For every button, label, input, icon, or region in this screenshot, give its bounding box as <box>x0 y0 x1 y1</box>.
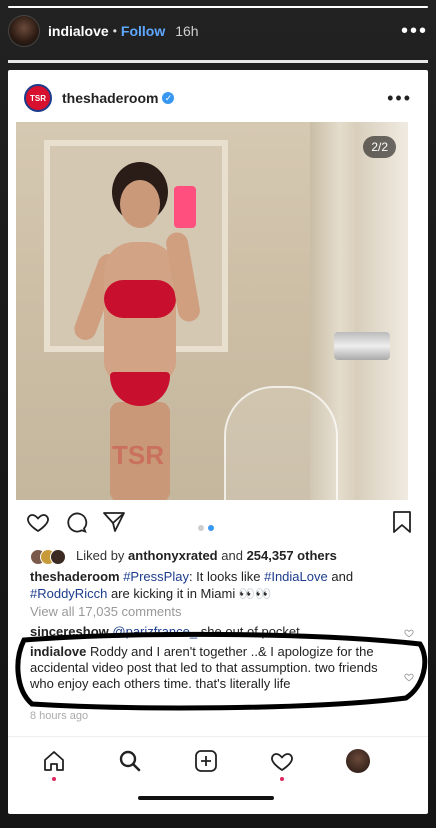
caption-text: : It looks like <box>188 569 261 584</box>
new-post-icon[interactable] <box>194 749 218 773</box>
view-all-comments-link[interactable]: View all 17,035 comments <box>30 604 182 619</box>
carousel-page-indicator: 2/2 <box>363 136 396 158</box>
hand-drawn-circle <box>15 631 428 711</box>
head <box>120 180 160 228</box>
verified-badge-icon: ✓ <box>162 92 175 104</box>
carousel-dot <box>198 525 204 531</box>
post-username[interactable]: theshaderoom <box>62 90 158 106</box>
caption-text: are kicking it in Miami 👀👀 <box>110 586 272 601</box>
liker-avatar <box>50 548 66 565</box>
story-progress-fill <box>8 6 428 8</box>
activity-heart-icon[interactable] <box>270 749 294 773</box>
hashtag-roddyricch[interactable]: #RoddyRicch <box>30 586 107 601</box>
post-caption: theshaderoom #PressPlay: It looks like #… <box>30 568 410 602</box>
hashtag-indialove[interactable]: #IndiaLove <box>264 569 328 584</box>
red-bottom <box>110 372 170 406</box>
tsr-logo-text: TSR <box>30 93 46 103</box>
follow-button[interactable]: Follow <box>121 23 165 39</box>
heart-icon[interactable] <box>26 510 50 534</box>
profile-tab-avatar[interactable] <box>346 749 370 773</box>
caption-username[interactable]: theshaderoom <box>30 569 120 584</box>
likes-prefix: Liked by <box>76 548 125 563</box>
separator-dot: • <box>112 24 117 38</box>
post-time-ago: 8 hours ago <box>30 710 89 722</box>
carousel-dots <box>198 518 218 536</box>
home-notification-dot <box>52 777 56 781</box>
liker-avatars <box>30 548 70 565</box>
activity-notification-dot <box>280 777 284 781</box>
comment-icon[interactable] <box>64 510 88 534</box>
post-more-icon[interactable]: ••• <box>387 88 412 109</box>
door-edge <box>358 122 408 500</box>
likes-count[interactable]: 254,357 others <box>247 548 337 563</box>
likes-row[interactable]: Liked by anthonyxrated and 254,357 other… <box>30 548 337 565</box>
story-avatar[interactable] <box>8 15 40 47</box>
bottom-tab-bar <box>8 736 428 785</box>
tsr-watermark: TSR <box>112 440 164 470</box>
caption-text: and <box>331 569 354 584</box>
story-header: indialove • Follow 16h ••• <box>8 14 428 48</box>
story-username[interactable]: indialove <box>48 23 109 39</box>
divider <box>8 60 428 63</box>
post-photo[interactable]: TSR 2/2 <box>16 122 408 500</box>
story-more-icon[interactable]: ••• <box>401 20 428 43</box>
home-icon[interactable] <box>42 749 66 773</box>
post-header: TSR theshaderoom ✓ ••• <box>8 70 428 126</box>
red-top <box>104 280 176 318</box>
home-indicator <box>138 796 274 800</box>
post-avatar[interactable]: TSR <box>24 84 52 112</box>
hashtag-pressplay[interactable]: #PressPlay <box>123 569 189 584</box>
share-icon[interactable] <box>102 510 126 534</box>
story-progress-bar <box>8 6 428 8</box>
post-actions <box>8 510 428 540</box>
likes-user[interactable]: anthonyxrated <box>128 548 218 563</box>
story-timestamp: 16h <box>175 23 199 39</box>
door-handle <box>334 332 390 360</box>
clear-chair <box>224 386 338 500</box>
shared-post-screenshot: TSR theshaderoom ✓ ••• TSR 2/2 Liked by … <box>8 70 428 814</box>
bookmark-icon[interactable] <box>390 510 414 534</box>
pink-phone <box>174 186 196 228</box>
carousel-dot-active <box>208 525 214 531</box>
search-icon[interactable] <box>118 749 142 773</box>
likes-mid: and <box>221 548 243 563</box>
